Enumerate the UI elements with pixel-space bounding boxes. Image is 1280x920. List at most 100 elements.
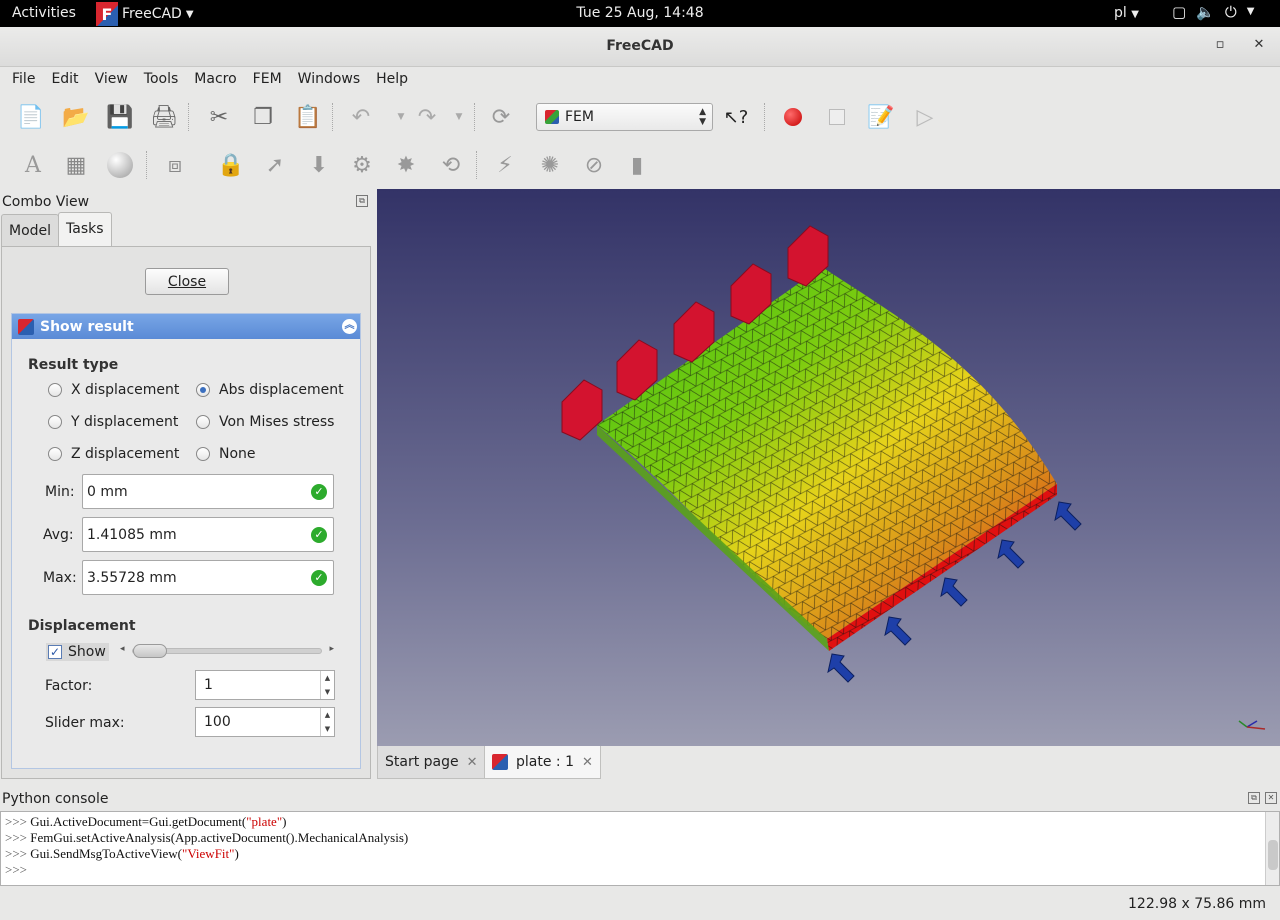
app-menu[interactable]: F FreeCAD ▼	[96, 1, 194, 27]
python-console[interactable]: >>> Gui.ActiveDocument=Gui.getDocument("…	[0, 811, 1280, 886]
menu-windows[interactable]: Windows	[290, 67, 369, 93]
min-field[interactable]: 0 mm ✓	[82, 474, 334, 509]
undo-icon[interactable]: ↶	[346, 102, 376, 132]
radio-abs-displacement[interactable]: Abs displacement	[196, 382, 344, 398]
slider-thumb[interactable]	[133, 644, 167, 658]
redo-icon[interactable]: ↷	[412, 102, 442, 132]
show-result-icon[interactable]: ▮	[622, 150, 652, 180]
pulley-constraint-icon[interactable]: ⟲	[436, 150, 466, 180]
scrollbar-thumb[interactable]	[1268, 840, 1278, 870]
displacement-slider[interactable]: ◂ ▸	[120, 644, 334, 658]
analysis-icon[interactable]: ⧈	[160, 150, 190, 180]
text-icon[interactable]: A	[18, 150, 48, 180]
radio-indicator	[196, 383, 210, 397]
console-prompt: >>>	[5, 862, 27, 877]
activities-button[interactable]: Activities	[12, 5, 76, 21]
menu-help[interactable]: Help	[368, 67, 416, 93]
force-constraint-icon[interactable]: ➚	[260, 150, 290, 180]
collapse-icon[interactable]: ︽	[342, 319, 357, 334]
console-prompt: >>>	[5, 830, 27, 845]
purge-results-icon[interactable]: ⊘	[579, 150, 609, 180]
radio-label: Y displacement	[71, 414, 179, 430]
slider-left-arrow-icon[interactable]: ◂	[120, 644, 125, 654]
redo-dropdown-icon[interactable]: ▼	[444, 102, 474, 132]
menu-fem[interactable]: FEM	[245, 67, 290, 93]
3d-view[interactable]	[377, 189, 1280, 746]
undock-icon[interactable]: ⧉	[1248, 792, 1260, 804]
window-title: FreeCAD	[606, 38, 674, 54]
slider-max-value: 100	[204, 714, 231, 730]
slider-right-arrow-icon[interactable]: ▸	[329, 644, 334, 654]
console-line[interactable]: >>>	[5, 862, 1275, 878]
spin-arrows-icon[interactable]: ▲ ▼	[320, 671, 334, 699]
paste-icon[interactable]: 📋	[293, 102, 323, 132]
close-tab-icon[interactable]: ✕	[582, 755, 593, 770]
save-icon[interactable]: 💾	[105, 102, 135, 132]
new-file-icon[interactable]: 📄	[16, 102, 46, 132]
bearing-constraint-icon[interactable]: ⚙	[347, 150, 377, 180]
main-toolbar: 📄 📂 💾 🖨 ✂ ❐ 📋 ↶ ▼ ↷ ▼ ⟳ FEM ▲ ▼ ↖? 📝 ▷	[0, 94, 1280, 140]
console-scrollbar[interactable]	[1265, 812, 1279, 885]
menu-edit[interactable]: Edit	[43, 67, 86, 93]
chevron-down-icon: ▼	[185, 8, 194, 20]
maximize-button[interactable]: ▫	[1212, 37, 1228, 53]
radio-indicator	[48, 447, 62, 461]
close-window-button[interactable]: ✕	[1251, 37, 1267, 53]
undock-icon[interactable]: ⧉	[356, 195, 368, 207]
language-indicator[interactable]: pl ▼	[1114, 5, 1139, 21]
refresh-icon[interactable]: ⟳	[486, 102, 516, 132]
calculate-icon[interactable]: ✺	[535, 150, 565, 180]
radio-x-displacement[interactable]: X displacement	[48, 382, 179, 398]
factor-spinbox[interactable]: 1 ▲ ▼	[195, 670, 335, 700]
slider-max-spinbox[interactable]: 100 ▲ ▼	[195, 707, 335, 737]
record-macro-icon[interactable]	[778, 102, 808, 132]
toolbar-separator	[332, 103, 334, 131]
radio-von-mises-stress[interactable]: Von Mises stress	[196, 414, 334, 430]
run-macro-icon[interactable]: ▷	[910, 102, 940, 132]
menu-view[interactable]: View	[87, 67, 136, 93]
solver-icon[interactable]: ⚡	[490, 150, 520, 180]
tab-tasks[interactable]: Tasks	[58, 212, 112, 246]
spin-arrows-icon[interactable]: ▲ ▼	[320, 708, 334, 736]
stop-macro-icon[interactable]	[822, 102, 852, 132]
fem-result-icon	[18, 318, 34, 335]
open-file-icon[interactable]: 📂	[61, 102, 91, 132]
pressure-constraint-icon[interactable]: ⬇	[304, 150, 334, 180]
language-label: pl	[1114, 5, 1127, 21]
whats-this-icon[interactable]: ↖?	[721, 102, 751, 132]
system-tray[interactable]: ▢ 🔈 ⏻ ▼	[1172, 3, 1254, 21]
show-result-header[interactable]: Show result ︽	[12, 314, 360, 339]
radio-z-displacement[interactable]: Z displacement	[48, 446, 179, 462]
max-field[interactable]: 3.55728 mm ✓	[82, 560, 334, 595]
tab-plate[interactable]: plate : 1 ✕	[484, 746, 601, 779]
tab-model[interactable]: Model	[1, 214, 60, 246]
close-icon[interactable]: ✕	[1265, 792, 1277, 804]
show-displacement-checkbox[interactable]: ✓ Show	[46, 643, 109, 661]
clock[interactable]: Tue 25 Aug, 14:48	[576, 5, 703, 21]
fixed-constraint-icon[interactable]: 🔒	[216, 150, 246, 180]
edit-macro-icon[interactable]: 📝	[866, 102, 896, 132]
cut-icon[interactable]: ✂	[204, 102, 234, 132]
tab-start-page[interactable]: Start page ✕	[377, 746, 486, 779]
mesh-icon[interactable]: ▦	[61, 150, 91, 180]
radio-none[interactable]: None	[196, 446, 256, 462]
fem-toolbar: A ▦ ⧈ 🔒 ➚ ⬇ ⚙ ✸ ⟲ ⚡ ✺ ⊘ ▮	[0, 142, 1280, 188]
close-tab-icon[interactable]: ✕	[467, 755, 478, 770]
copy-icon[interactable]: ❐	[248, 102, 278, 132]
toolbar-separator	[476, 151, 478, 179]
radio-y-displacement[interactable]: Y displacement	[48, 414, 178, 430]
close-button-label: Close	[167, 273, 207, 290]
close-button[interactable]: Close	[145, 268, 229, 295]
menu-macro[interactable]: Macro	[186, 67, 244, 93]
menu-tools[interactable]: Tools	[136, 67, 187, 93]
print-icon[interactable]: 🖨	[149, 102, 179, 132]
console-code: Gui.SendMsgToActiveView(	[30, 846, 183, 861]
avg-field[interactable]: 1.41085 mm ✓	[82, 517, 334, 552]
menu-file[interactable]: File	[4, 67, 43, 93]
show-result-panel: Show result ︽ Result type X displacement…	[11, 313, 361, 769]
material-icon[interactable]	[105, 150, 135, 180]
fem-result-render	[561, 225, 1266, 730]
gear-constraint-icon[interactable]: ✸	[391, 150, 421, 180]
workbench-selector[interactable]: FEM ▲ ▼	[536, 103, 713, 131]
app-menu-label: FreeCAD	[122, 6, 182, 22]
